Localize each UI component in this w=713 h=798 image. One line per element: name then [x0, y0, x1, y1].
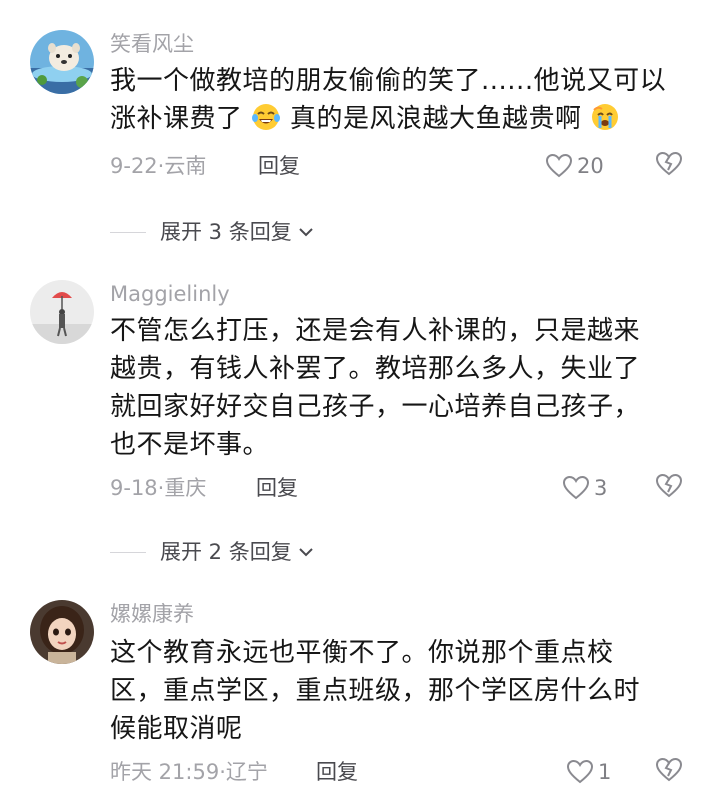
comment-line-with-emoji: 涨补课费了 真的是风浪越大鱼越贵啊 — [110, 100, 700, 138]
expand-replies-label: 展开 3 条回复 — [160, 220, 292, 244]
dislike-button[interactable] — [655, 150, 685, 180]
comment-line: 也不是坏事。 — [110, 430, 270, 460]
comment-body: 不管怎么打压，还是会有人补课的，只是越来 越贵，有钱人补罢了。教培那么多人，失业… — [110, 312, 700, 464]
expand-replies-button[interactable]: 展开 2 条回复 — [110, 538, 316, 566]
comment-line: 越贵，有钱人补罢了。教培那么多人，失业了 — [110, 354, 641, 384]
comment-location: 重庆 — [164, 476, 207, 500]
comment-location: 云南 — [164, 154, 207, 178]
comment-meta: 9-18·重庆 — [110, 476, 207, 500]
chevron-down-icon — [299, 548, 313, 557]
comment-line: 这个教育永远也平衡不了。你说那个重点校 — [110, 638, 614, 668]
comment-text: 真的是风浪越大鱼越贵啊 — [290, 104, 582, 134]
comment-date: 9-18 — [110, 476, 158, 500]
avatar[interactable] — [30, 600, 94, 664]
like-button[interactable]: 20 — [545, 152, 604, 180]
avatar[interactable] — [30, 30, 94, 94]
comment-line: 候能取消呢 — [110, 714, 243, 744]
like-count: 20 — [577, 154, 604, 178]
like-count: 3 — [594, 476, 608, 500]
comment-line: 不管怎么打压，还是会有人补课的，只是越来 — [110, 316, 641, 346]
comment-line: 我一个做教培的朋友偷偷的笑了......他说又可以 — [110, 66, 667, 96]
comment-date: 9-22 — [110, 154, 158, 178]
broken-heart-icon — [655, 151, 683, 176]
comment-line: 就回家好好交自己孩子，一心培养自己孩子， — [110, 392, 641, 422]
divider — [110, 231, 146, 233]
comment-date: 昨天 21:59 — [110, 760, 220, 784]
reply-button[interactable]: 回复 — [258, 152, 300, 180]
username[interactable]: 嫘嫘康养 — [110, 600, 194, 628]
comment-location: 辽宁 — [225, 760, 268, 784]
dislike-button[interactable] — [655, 756, 685, 786]
comment-meta: 9-22·云南 — [110, 154, 207, 178]
comment-body: 我一个做教培的朋友偷偷的笑了......他说又可以 涨补课费了 真的是风浪越大鱼… — [110, 62, 700, 138]
like-count: 1 — [598, 760, 612, 784]
heart-icon — [545, 153, 573, 178]
like-button[interactable]: 1 — [566, 758, 611, 786]
comment-line: 区，重点学区，重点班级，那个学区房什么时 — [110, 676, 641, 706]
avatar[interactable] — [30, 280, 94, 344]
username[interactable]: Maggielinly — [110, 280, 230, 308]
broken-heart-icon — [655, 473, 683, 498]
comment-body: 这个教育永远也平衡不了。你说那个重点校 区，重点学区，重点班级，那个学区房什么时… — [110, 634, 700, 748]
laughing-tears-emoji-icon — [251, 102, 281, 132]
username[interactable]: 笑看风尘 — [110, 30, 194, 58]
divider — [110, 551, 146, 553]
comment-list: 笑看风尘 我一个做教培的朋友偷偷的笑了......他说又可以 涨补课费了 真的是… — [0, 0, 713, 798]
reply-button[interactable]: 回复 — [256, 474, 298, 502]
broken-heart-icon — [655, 757, 683, 782]
expand-replies-label: 展开 2 条回复 — [160, 540, 292, 564]
comment-meta: 昨天 21:59·辽宁 — [110, 760, 268, 784]
reply-button[interactable]: 回复 — [316, 758, 358, 786]
chevron-down-icon — [299, 228, 313, 237]
expand-replies-button[interactable]: 展开 3 条回复 — [110, 218, 316, 246]
heart-icon — [562, 475, 590, 500]
comment-text: 涨补课费了 — [110, 104, 243, 134]
heart-icon — [566, 759, 594, 784]
like-button[interactable]: 3 — [562, 474, 607, 502]
crying-emoji-icon — [590, 102, 620, 132]
dislike-button[interactable] — [655, 472, 685, 502]
